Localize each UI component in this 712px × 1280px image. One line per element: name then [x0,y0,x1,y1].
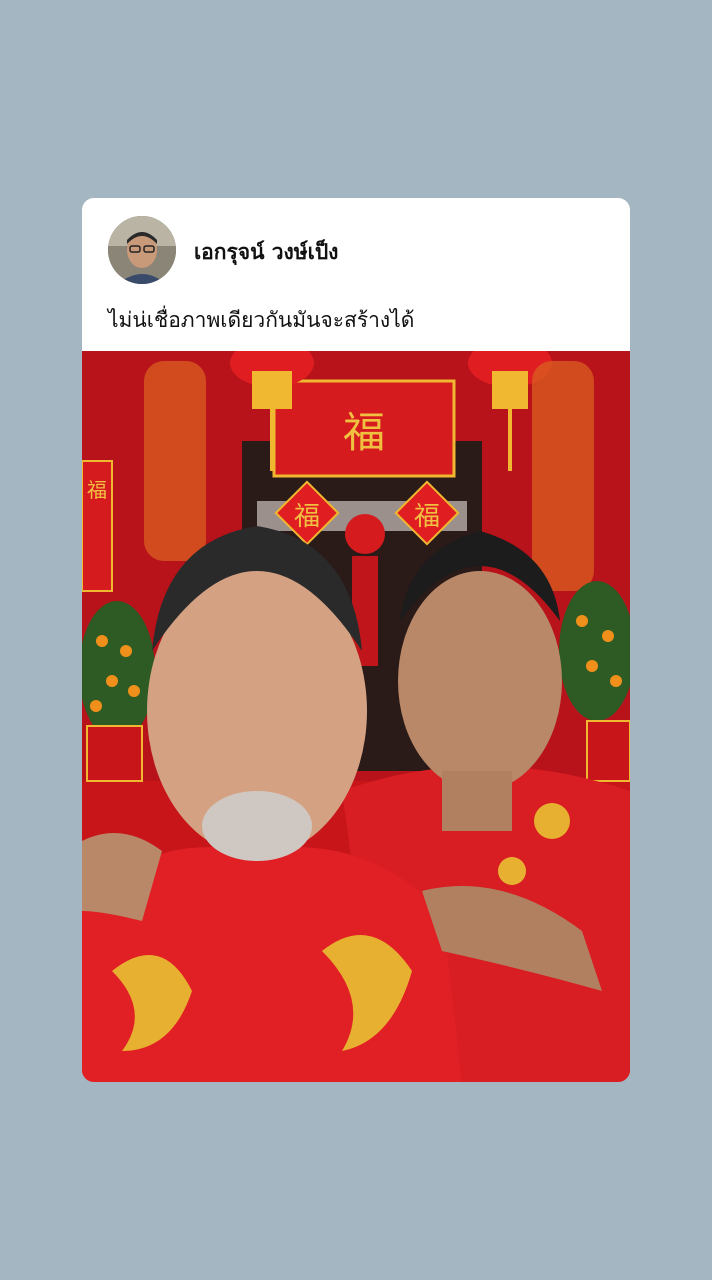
user-avatar-icon [108,216,176,284]
author-avatar[interactable] [108,216,176,284]
photo-icon: 福 福 福 福 [82,351,630,1082]
post-photo[interactable]: 福 福 福 福 [82,351,630,1082]
sign-character: 福 [294,502,320,532]
sign-character: 福 [414,502,440,532]
post-card: เอกรุจน์ วงษ์เป็ง ไม่น่เชื่อภาพเดียวกันม… [82,198,630,1082]
author-name[interactable]: เอกรุจน์ วงษ์เป็ง [194,236,338,269]
post-caption: ไม่น่เชื่อภาพเดียวกันมันจะสร้างได้ [108,308,415,332]
sign-character: 福 [87,478,107,502]
sign-character: 福 [343,408,385,457]
post-header: เอกรุจน์ วงษ์เป็ง ไม่น่เชื่อภาพเดียวกันม… [82,198,630,351]
